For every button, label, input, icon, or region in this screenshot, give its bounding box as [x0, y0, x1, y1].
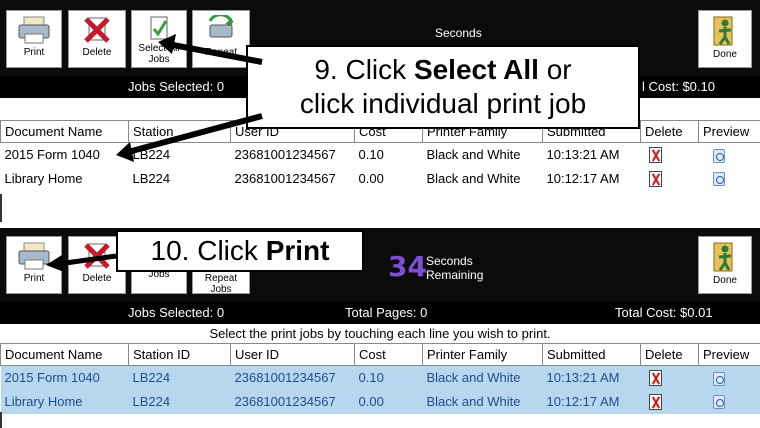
arrowhead — [158, 34, 176, 54]
print-release-screen-step9: Print Delete Select All Jobs Repeat — [0, 0, 760, 222]
print-release-screen-step10: Print Delete Jobs Repeat Jobs 34 Seconds… — [0, 222, 760, 428]
arrow-to-row — [127, 113, 263, 155]
arrowhead — [116, 142, 134, 162]
callout-arrows — [46, 253, 117, 272]
arrow-to-select-all — [167, 41, 263, 65]
callout-arrows — [116, 34, 263, 162]
arrow-to-print — [57, 253, 117, 267]
arrowhead — [46, 255, 64, 272]
